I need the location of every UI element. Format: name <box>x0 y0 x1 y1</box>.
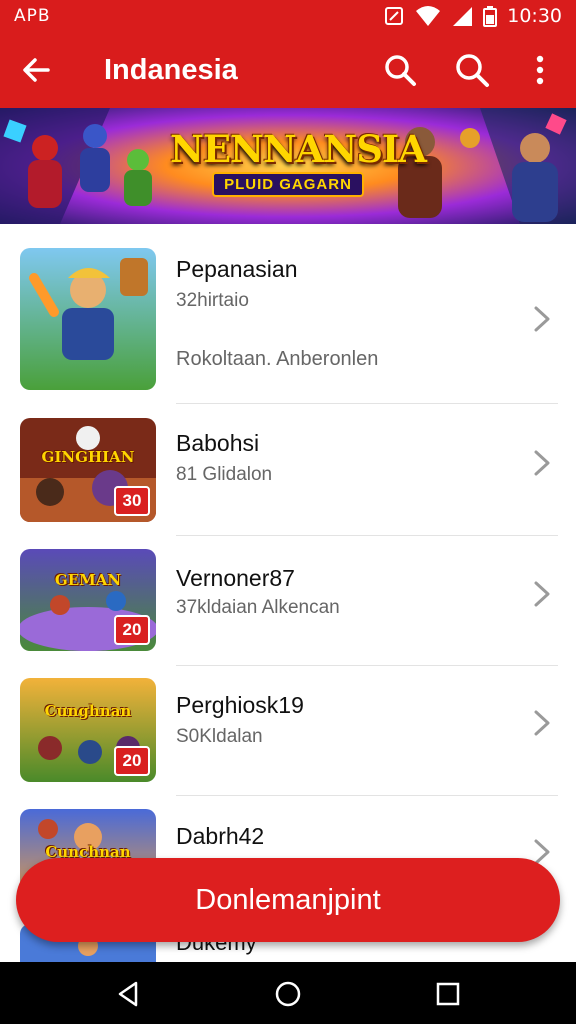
game-thumbnail: GEMAN 20 <box>20 549 156 651</box>
battery-icon <box>483 6 498 27</box>
nav-home-icon[interactable] <box>273 979 303 1009</box>
divider <box>176 665 558 666</box>
game-name: Vernoner87 <box>176 565 295 591</box>
banner-subtitle: PLUID GAGARN <box>212 172 364 197</box>
chevron-right-icon <box>534 710 550 736</box>
chevron-right-icon <box>534 581 550 607</box>
carrier-label: APB <box>14 6 51 26</box>
divider <box>176 795 558 796</box>
banner-title: NENNANSIA <box>170 127 427 171</box>
list-item[interactable]: GINGHIAN 30 Babohsi 81 Glidalon <box>0 418 576 522</box>
rating-badge: 20 <box>114 615 150 645</box>
signal-icon <box>453 7 473 26</box>
chevron-right-icon <box>534 306 550 332</box>
wifi-icon <box>416 6 441 26</box>
game-thumbnail: Cunghnan 20 <box>20 678 156 782</box>
clock: 10:30 <box>507 5 562 27</box>
game-name: Perghiosk19 <box>176 692 304 718</box>
game-meta: 32hirtaio <box>176 290 249 311</box>
system-nav-bar <box>0 962 576 1024</box>
game-meta: S0Kldalan <box>176 726 263 747</box>
nfc-icon <box>385 7 404 25</box>
divider <box>176 535 558 536</box>
game-description: Rokoltaan. Anberonlen <box>176 348 379 370</box>
search-icon[interactable] <box>454 52 490 88</box>
chevron-right-icon <box>534 450 550 476</box>
app-bar: Indanesia <box>0 32 576 108</box>
status-bar: APB 10:30 <box>0 0 576 32</box>
rating-badge: 30 <box>114 486 150 516</box>
nav-recents-icon[interactable] <box>433 979 463 1009</box>
game-thumbnail: GINGHIAN 30 <box>20 418 156 522</box>
game-name: Dabrh42 <box>176 823 265 849</box>
thumbnail-title: Cunghnan <box>44 702 132 720</box>
list-item[interactable]: Cunghnan 20 Perghiosk19 S0Kldalan <box>0 678 576 782</box>
game-name: Pepanasian <box>176 256 298 282</box>
thumbnail-title: GEMAN <box>54 571 122 589</box>
search-icon[interactable] <box>382 52 418 88</box>
featured-banner[interactable]: NENNANSIA PLUID GAGARN <box>0 108 576 224</box>
thumbnail-title: GINGHIAN <box>41 448 135 466</box>
rating-badge: 20 <box>114 746 150 776</box>
game-name: Babohsi <box>176 430 260 456</box>
page-title: Indanesia <box>104 54 238 86</box>
arrow-left-icon[interactable] <box>18 52 54 88</box>
download-button[interactable]: Donlemanjpint <box>16 858 560 942</box>
list-item[interactable]: GEMAN 20 Vernoner87 37kldaian Alkencan <box>0 549 576 651</box>
game-thumbnail <box>20 248 156 390</box>
nav-back-icon[interactable] <box>114 979 144 1009</box>
game-meta: 37kldaian Alkencan <box>176 597 340 618</box>
more-vert-icon[interactable] <box>522 52 558 88</box>
divider <box>176 403 558 404</box>
list-item[interactable]: Pepanasian 32hirtaio Rokoltaan. Anberonl… <box>0 248 576 390</box>
game-meta: 81 Glidalon <box>176 464 273 485</box>
banner-logo: NENNANSIA PLUID GAGARN <box>170 127 427 197</box>
